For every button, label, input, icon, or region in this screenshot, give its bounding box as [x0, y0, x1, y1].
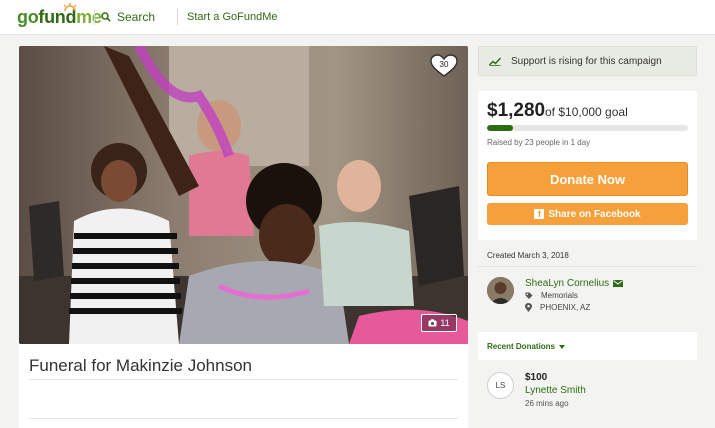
- funding-progress-fill: [487, 125, 513, 131]
- divider: [478, 266, 697, 267]
- raised-by-text: Raised by 23 people in 1 day: [487, 138, 591, 147]
- campaign-hero-photo[interactable]: 30 11: [19, 46, 468, 344]
- top-nav-bar: gofundme Search Start a GoFundMe: [0, 0, 715, 35]
- favorite-heart-button[interactable]: 30: [430, 54, 458, 78]
- caret-down-icon: [559, 344, 566, 349]
- organizer-category: Memorials: [525, 291, 578, 300]
- search-icon: [101, 12, 111, 22]
- raised-amount: $1,280: [487, 100, 546, 121]
- organizer-name-link[interactable]: SheaLyn Cornelius: [525, 278, 624, 289]
- location-label: PHOENIX, AZ: [540, 303, 591, 312]
- donation-time: 26 mins ago: [525, 399, 569, 408]
- start-campaign-link[interactable]: Start a GoFundMe: [187, 11, 278, 23]
- tag-icon: [525, 292, 533, 299]
- organizer-location: PHOENIX, AZ: [525, 303, 590, 312]
- search-link[interactable]: Search: [101, 10, 155, 24]
- nav-divider: [177, 9, 178, 25]
- donation-amount: $100: [525, 372, 548, 383]
- nav-divider: [94, 9, 95, 25]
- campaign-photo-image: [19, 46, 468, 344]
- trending-chart-icon: [489, 57, 501, 66]
- location-pin-icon: [525, 303, 532, 312]
- envelope-icon[interactable]: [613, 280, 624, 287]
- organizer-photo: [487, 277, 514, 304]
- donation-panel: $1,280 of $10,000 goal Raised by 23 peop…: [478, 91, 697, 240]
- organizer-info: SheaLyn Cornelius Memorials PHOENIX, AZ: [487, 276, 697, 320]
- organizer-avatar[interactable]: [487, 277, 514, 304]
- donation-item: LS $100 Lynette Smith 26 mins ago: [478, 364, 697, 428]
- donor-name: Lynette Smith: [525, 385, 586, 396]
- goal-text: of $10,000 goal: [545, 105, 628, 119]
- photo-count-label: 11: [440, 318, 450, 328]
- funding-progress-bar: [487, 125, 688, 131]
- campaign-title: Funeral for Makinzie Johnson: [29, 356, 253, 375]
- recent-donations-header[interactable]: Recent Donations: [478, 332, 697, 360]
- campaign-title-card: Funeral for Makinzie Johnson: [19, 344, 468, 428]
- donate-now-button[interactable]: Donate Now: [487, 162, 688, 196]
- category-label[interactable]: Memorials: [541, 291, 578, 300]
- photo-gallery-button[interactable]: 11: [421, 314, 457, 332]
- heart-count: 30: [439, 60, 449, 69]
- divider: [29, 379, 458, 380]
- recent-donations-toggle[interactable]: Recent Donations: [487, 342, 566, 351]
- divider: [29, 418, 458, 419]
- donor-initials-avatar: LS: [487, 372, 514, 399]
- share-facebook-button[interactable]: f Share on Facebook: [487, 203, 688, 225]
- support-rising-banner: Support is rising for this campaign: [478, 46, 697, 76]
- logo-sun-icon: [63, 3, 77, 11]
- camera-icon: [428, 319, 437, 327]
- share-facebook-label: Share on Facebook: [548, 208, 641, 220]
- rising-text: Support is rising for this campaign: [511, 55, 662, 67]
- created-date: Created March 3, 2018: [487, 251, 569, 260]
- facebook-icon: f: [534, 209, 545, 219]
- search-label: Search: [117, 10, 156, 24]
- gofundme-logo[interactable]: gofundme: [17, 7, 102, 28]
- organizer-name: SheaLyn Cornelius: [525, 278, 610, 289]
- recent-donations-label: Recent Donations: [487, 342, 556, 351]
